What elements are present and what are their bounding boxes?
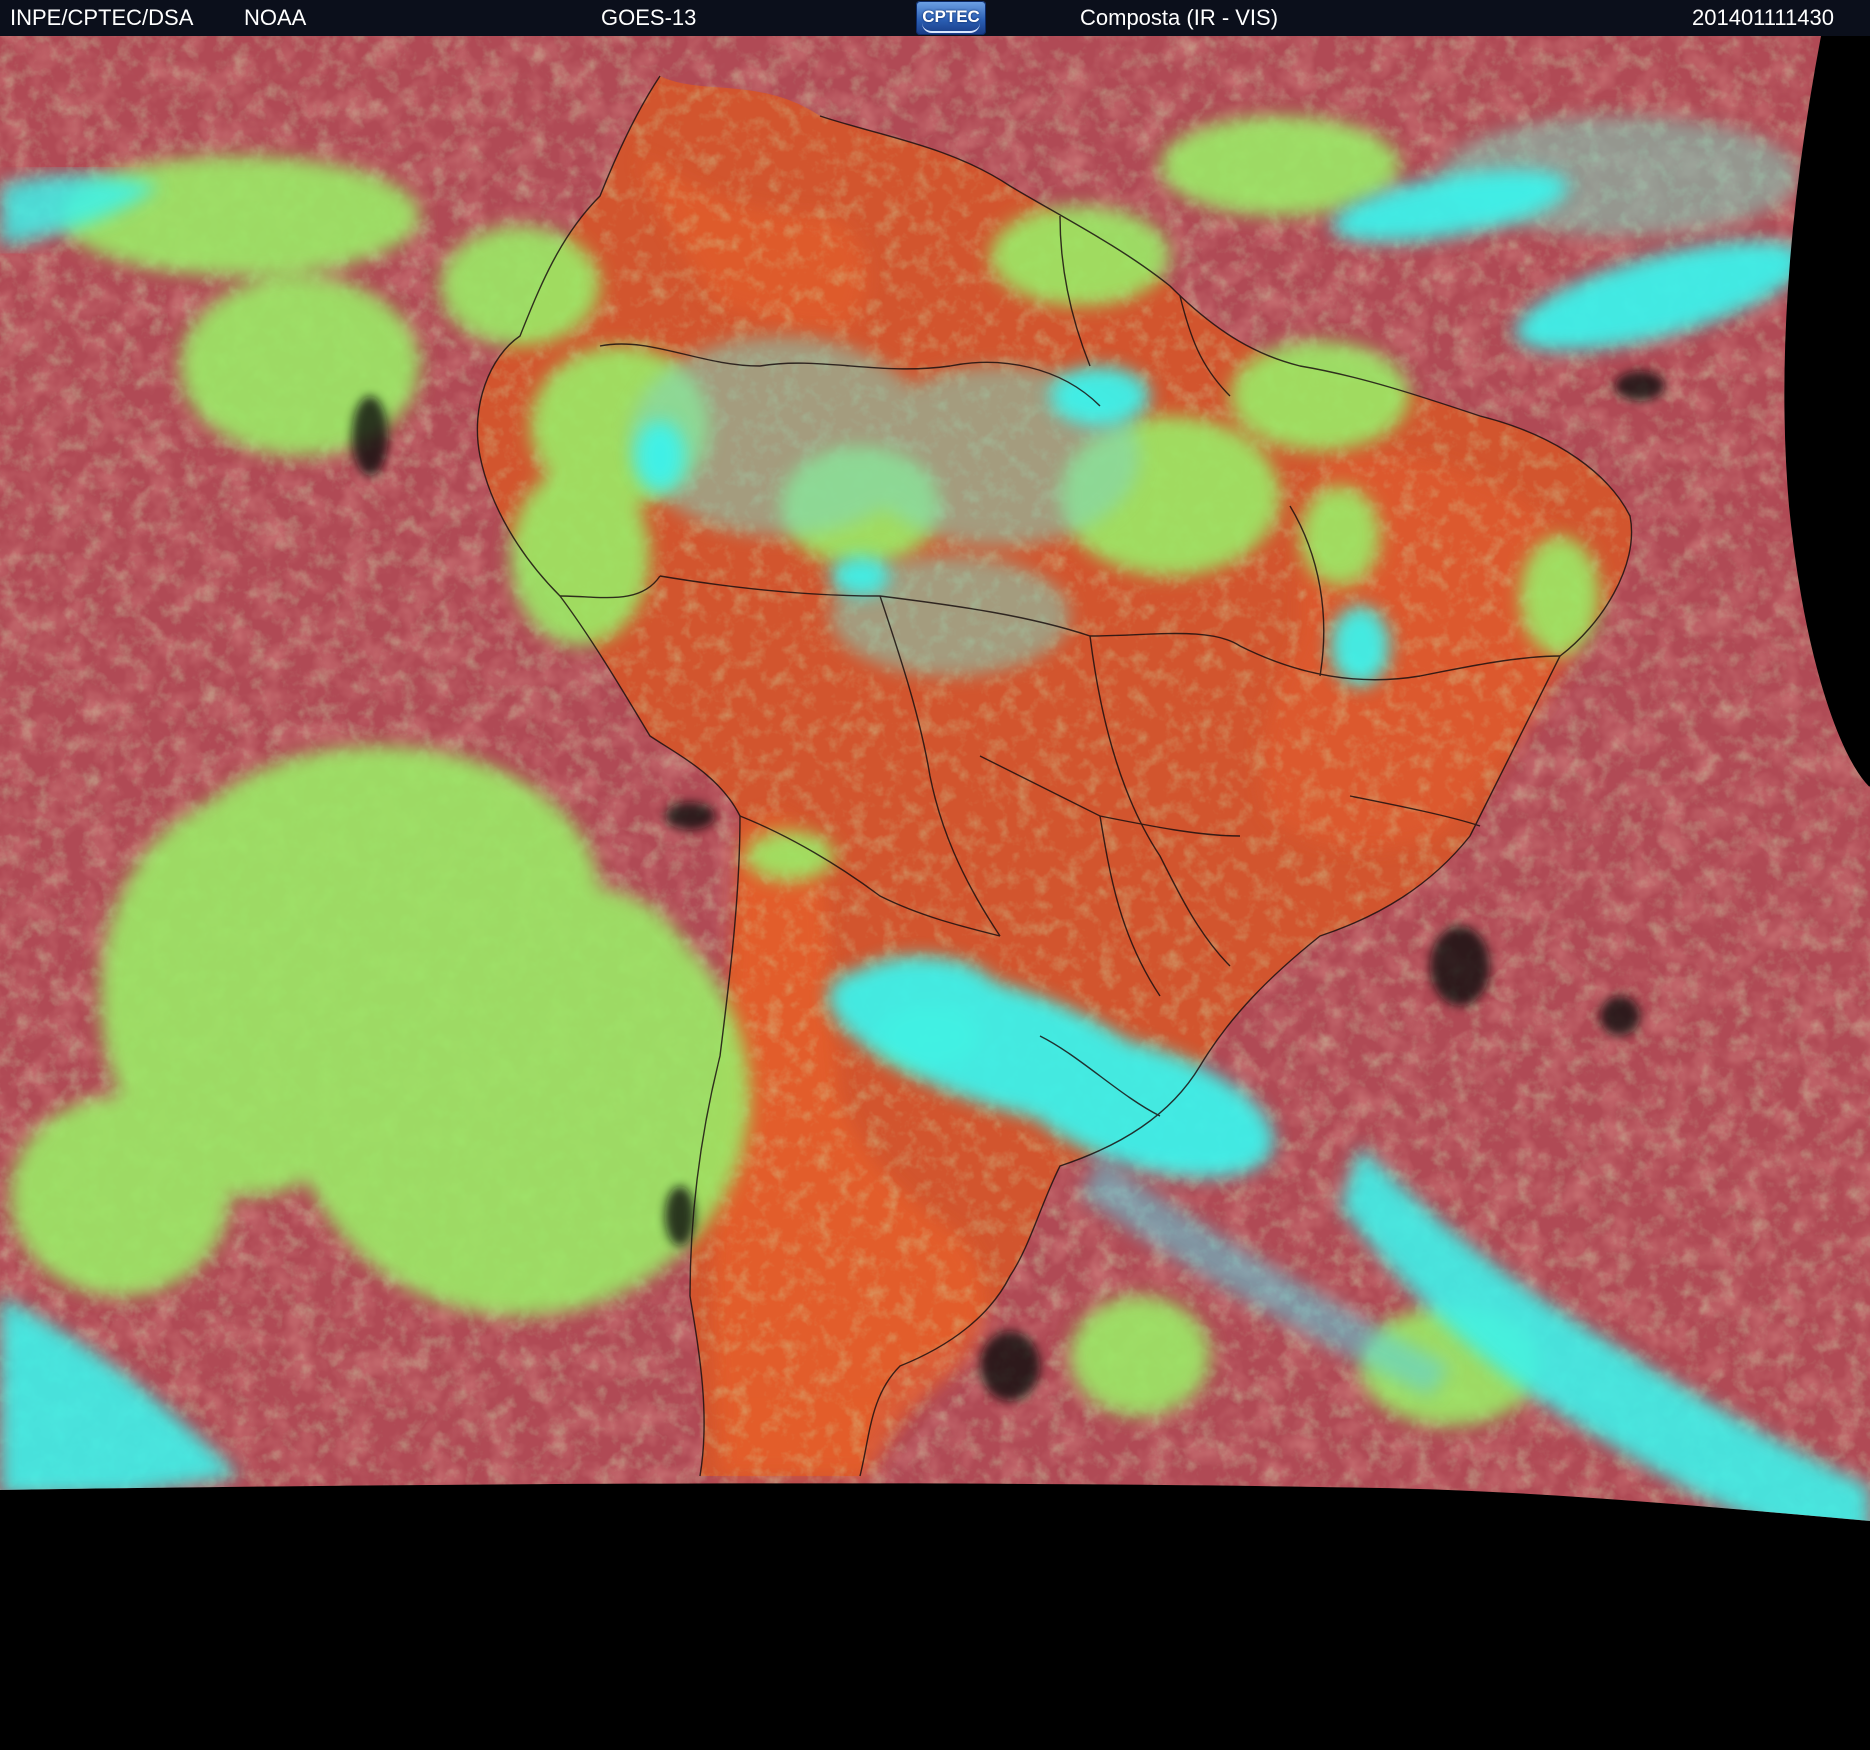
timestamp-label: 201401111430: [1692, 5, 1834, 30]
product-label: Composta (IR - VIS): [1080, 5, 1279, 30]
agency-label: NOAA: [244, 5, 307, 30]
cptec-logo: CPTEC: [916, 1, 986, 35]
organization-label: INPE/CPTEC/DSA: [10, 5, 194, 30]
earth-disk: [0, 36, 1870, 1521]
satellite-composite-image: [0, 36, 1870, 1521]
image-header-bar: INPE/CPTEC/DSA NOAA GOES-13 CPTEC Compos…: [0, 0, 1870, 36]
satellite-image-viewer: INPE/CPTEC/DSA NOAA GOES-13 CPTEC Compos…: [0, 0, 1870, 1750]
satellite-label: GOES-13: [601, 5, 697, 30]
logo-swoosh-icon: [922, 23, 980, 33]
